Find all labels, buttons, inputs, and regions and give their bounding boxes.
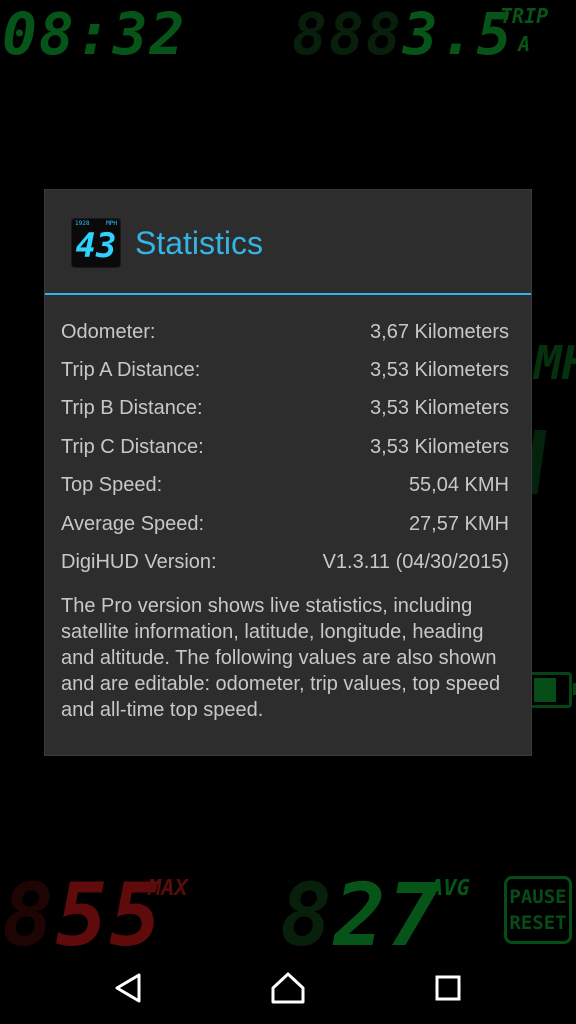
stat-value: 27,57 KMH <box>408 512 509 535</box>
stat-row-trip-a: Trip A Distance: 3,53 Kilometers <box>61 351 509 389</box>
stat-row-trip-c: Trip C Distance: 3,53 Kilometers <box>61 428 509 466</box>
stats-list: Odometer: 3,67 Kilometers Trip A Distanc… <box>45 295 531 582</box>
stat-label: DigiHUD Version: <box>61 551 217 574</box>
icon-speed-number: 43 <box>75 226 117 266</box>
home-button[interactable] <box>268 970 308 1006</box>
recent-apps-icon <box>435 975 461 1001</box>
pro-version-description: The Pro version shows live statistics, i… <box>61 594 501 721</box>
dialog-header: 1928 MPH 43 Statistics <box>45 190 531 293</box>
stat-label: Average Speed: <box>61 512 205 535</box>
stat-value: V1.3.11 (04/30/2015) <box>322 551 509 574</box>
stat-value: 55,04 KMH <box>408 474 509 497</box>
digihud-speed-icon: 1928 MPH 43 <box>72 219 120 267</box>
back-button[interactable] <box>108 970 148 1006</box>
stat-row-odometer: Odometer: 3,67 Kilometers <box>61 313 509 351</box>
stat-label: Odometer: <box>61 320 156 343</box>
screen: 08:32 8883.5 TRIP A MH 855 MAX 827 AVG P… <box>0 0 576 1024</box>
stat-value: 3,53 Kilometers <box>370 359 509 382</box>
stat-label: Trip B Distance: <box>61 397 203 420</box>
stat-row-average-speed: Average Speed: 27,57 KMH <box>61 505 509 543</box>
back-triangle-icon <box>115 973 141 1003</box>
stat-label: Trip A Distance: <box>61 359 201 382</box>
stat-label: Trip C Distance: <box>61 435 204 458</box>
stat-value: 3,67 Kilometers <box>370 320 509 343</box>
stat-row-trip-b: Trip B Distance: 3,53 Kilometers <box>61 390 509 428</box>
home-icon <box>271 972 305 1004</box>
stat-value: 3,53 Kilometers <box>370 397 509 420</box>
stat-row-top-speed: Top Speed: 55,04 KMH <box>61 467 509 505</box>
dialog-title: Statistics <box>135 225 264 261</box>
stat-value: 3,53 Kilometers <box>370 435 509 458</box>
recent-apps-button[interactable] <box>428 970 468 1006</box>
stat-label: Top Speed: <box>61 474 163 497</box>
statistics-dialog: 1928 MPH 43 Statistics Odometer: 3,67 Ki… <box>45 190 531 755</box>
navigation-bar <box>0 952 576 1024</box>
stat-row-version: DigiHUD Version: V1.3.11 (04/30/2015) <box>61 543 509 581</box>
